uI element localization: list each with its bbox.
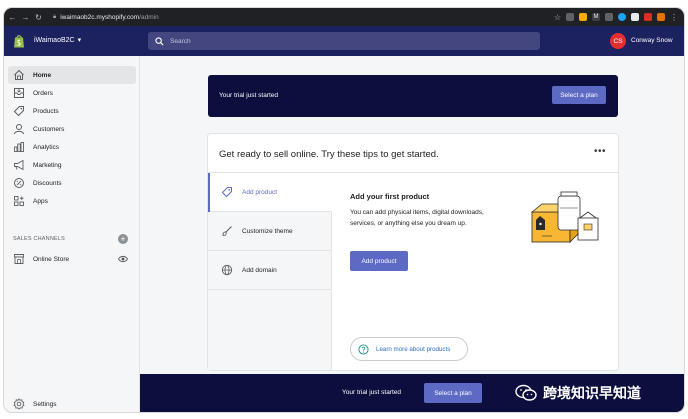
- tag-icon: [13, 106, 24, 117]
- url-path: /admin: [139, 13, 159, 21]
- tab-label: Customize theme: [242, 227, 293, 235]
- learn-more-link[interactable]: Learn more about products: [350, 337, 468, 361]
- tab-add-domain[interactable]: Add domain: [208, 251, 332, 290]
- apps-icon: [14, 196, 24, 206]
- globe-icon: [221, 264, 233, 276]
- trial-banner: Your trial just started Select a plan: [208, 75, 618, 117]
- brush-icon: [222, 226, 232, 237]
- watermark: 跨境知识早知道: [515, 381, 641, 405]
- address-bar[interactable]: iwaimaob2c.myshopify.com/admin: [60, 14, 159, 21]
- setup-tips-card: Get ready to sell online. Try these tips…: [208, 134, 618, 370]
- select-plan-bottom-button[interactable]: Select a plan: [424, 383, 482, 403]
- sidebar-item-apps[interactable]: Apps: [8, 192, 136, 210]
- avatar[interactable]: CS: [610, 33, 626, 49]
- browser-window: ← → ↻ 🔒︎ iwaimaob2c.myshopify.com/admin …: [4, 8, 684, 412]
- sidebar-item-online-store[interactable]: Online Store: [8, 250, 136, 268]
- trial-bottom-bar: Your trial just started Select a plan 跨境…: [140, 374, 684, 412]
- sales-channels-heading: SALES CHANNELS: [13, 236, 66, 242]
- search-icon: [155, 36, 164, 46]
- forward-arrow-icon[interactable]: →: [21, 13, 30, 22]
- panel-title: Add your first product: [350, 192, 430, 201]
- bar-chart-icon: [14, 142, 24, 152]
- sidebar-item-discounts[interactable]: Discounts: [8, 174, 136, 192]
- tab-add-product[interactable]: Add product: [208, 173, 332, 212]
- extension-icon[interactable]: [605, 13, 613, 21]
- shopify-bag-icon[interactable]: [13, 34, 25, 48]
- store-name: iWaimaoB2C: [34, 37, 75, 44]
- back-arrow-icon[interactable]: ←: [8, 13, 17, 22]
- extension-icon[interactable]: [579, 13, 587, 21]
- add-product-button[interactable]: Add product: [350, 251, 408, 271]
- card-title: Get ready to sell online. Try these tips…: [219, 149, 439, 160]
- tips-tab-list: Add product Customize theme Add domain: [208, 173, 332, 370]
- products-illustration: [530, 191, 599, 243]
- search-input[interactable]: Search: [148, 32, 540, 50]
- tab-label: Add domain: [242, 266, 277, 274]
- user-name[interactable]: Conway Snow: [631, 37, 673, 44]
- person-icon: [14, 124, 24, 135]
- extension-icon[interactable]: [566, 13, 574, 21]
- megaphone-icon: [14, 159, 24, 171]
- sidebar-item-label: Settings: [33, 400, 57, 408]
- store-switcher[interactable]: iWaimaoB2C ▾: [34, 36, 81, 44]
- sidebar-item-label: Analytics: [33, 143, 60, 151]
- extension-icon[interactable]: [644, 13, 652, 21]
- sidebar-item-products[interactable]: Products: [8, 102, 136, 120]
- panel-description: You can add physical items, digital down…: [350, 209, 484, 227]
- sidebar-item-marketing[interactable]: Marketing: [8, 156, 136, 174]
- tag-icon: [221, 187, 232, 198]
- question-circle-icon: [358, 343, 369, 355]
- watermark-text: 跨境知识早知道: [543, 386, 641, 402]
- sidebar-item-customers[interactable]: Customers: [8, 120, 136, 138]
- gear-icon: [13, 398, 25, 410]
- home-icon: [14, 69, 24, 80]
- store-icon: [14, 254, 24, 264]
- extension-icon[interactable]: M: [592, 13, 600, 21]
- sidebar-item-orders[interactable]: Orders: [8, 84, 136, 102]
- browser-toolbar: ← → ↻ 🔒︎ iwaimaob2c.myshopify.com/admin …: [4, 8, 684, 26]
- sidebar-item-label: Discounts: [33, 179, 62, 187]
- add-sales-channel-icon[interactable]: +: [118, 234, 128, 244]
- orders-icon: [14, 88, 24, 98]
- extension-icon[interactable]: [631, 13, 639, 21]
- sidebar-item-label: Apps: [33, 197, 48, 205]
- sidebar-item-label: Online Store: [33, 255, 70, 263]
- trial-banner-text: Your trial just started: [219, 92, 279, 99]
- reload-icon[interactable]: ↻: [34, 13, 43, 22]
- bottom-bar-text: Your trial just started: [342, 389, 402, 396]
- sidebar-item-label: Orders: [33, 89, 53, 97]
- extension-icon[interactable]: [657, 13, 665, 21]
- learn-more-label: Learn more about products: [376, 345, 451, 353]
- more-options-icon[interactable]: •••: [594, 146, 606, 157]
- browser-menu-icon[interactable]: ⋮: [670, 13, 678, 22]
- wechat-icon: [515, 384, 537, 401]
- url-host: iwaimaob2c.myshopify.com: [60, 13, 140, 21]
- search-placeholder: Search: [170, 37, 191, 45]
- discount-icon: [14, 178, 24, 188]
- tab-label: Add product: [242, 188, 278, 196]
- admin-topbar: iWaimaoB2C ▾ Search CS Conway Snow: [4, 26, 684, 56]
- sidebar-item-label: Customers: [33, 125, 65, 133]
- sidebar-item-settings[interactable]: Settings: [8, 396, 136, 412]
- sidebar: Home Orders Products Customers Analytics…: [4, 56, 140, 412]
- sidebar-item-label: Products: [33, 107, 59, 115]
- eye-icon[interactable]: [118, 254, 128, 264]
- tab-customize-theme[interactable]: Customize theme: [208, 212, 332, 251]
- select-plan-button[interactable]: Select a plan: [552, 86, 606, 104]
- sidebar-item-label: Marketing: [33, 161, 62, 169]
- extension-icon[interactable]: [618, 13, 626, 21]
- chevron-down-icon: ▾: [77, 37, 82, 44]
- sidebar-item-label: Home: [33, 71, 52, 79]
- sidebar-item-analytics[interactable]: Analytics: [8, 138, 136, 156]
- lock-icon[interactable]: 🔒︎: [53, 14, 56, 21]
- bookmark-star-icon[interactable]: ☆: [554, 13, 561, 22]
- sidebar-item-home[interactable]: Home: [8, 66, 136, 84]
